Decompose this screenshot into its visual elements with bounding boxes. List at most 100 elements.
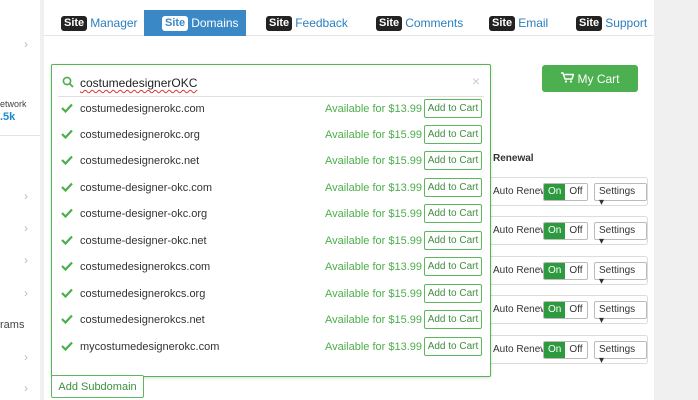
- add-to-cart-button[interactable]: Add to Cart: [424, 231, 482, 250]
- renewal-row: Auto Renew On Off Settings ▾: [485, 216, 648, 247]
- toggle-on[interactable]: On: [544, 223, 566, 239]
- tab-site-support[interactable]: Site Support: [576, 10, 647, 36]
- add-to-cart-button[interactable]: Add to Cart: [424, 310, 482, 329]
- settings-dropdown-button[interactable]: Settings ▾: [594, 341, 647, 366]
- availability-price: Available for $13.99: [324, 182, 422, 194]
- availability-price: Available for $15.99: [324, 129, 422, 141]
- domain-name: costumedesignerokc.net: [80, 155, 200, 167]
- renewal-row: Auto Renew On Off Settings ▾: [485, 177, 648, 208]
- auto-renew-toggle[interactable]: On Off: [543, 222, 588, 240]
- chevron-right-icon[interactable]: ›: [24, 381, 28, 395]
- check-icon: [61, 155, 73, 168]
- chevron-right-icon[interactable]: ›: [24, 253, 28, 267]
- domain-name: costumedesignerokc.com: [80, 103, 205, 115]
- add-to-cart-button[interactable]: Add to Cart: [424, 125, 482, 144]
- search-query-text[interactable]: costumedesignerOKC: [80, 76, 197, 90]
- auto-renew-label: Auto Renew: [493, 344, 548, 355]
- settings-label: Settings: [599, 186, 636, 197]
- tab-label: Domains: [191, 16, 239, 30]
- tab-site-email[interactable]: Site Email: [489, 10, 548, 36]
- tab-label: Feedback: [295, 16, 348, 30]
- renewal-row: Auto Renew On Off Settings ▾: [485, 335, 648, 366]
- auto-renew-label: Auto Renew: [493, 265, 548, 276]
- tab-label: Manager: [90, 16, 138, 30]
- add-to-cart-button[interactable]: Add to Cart: [424, 337, 482, 356]
- domain-result-row: costumedesignerokc.net Available for $15…: [58, 149, 484, 175]
- close-icon[interactable]: ×: [472, 73, 480, 89]
- settings-dropdown-button[interactable]: Settings ▾: [594, 183, 647, 208]
- chevron-right-icon[interactable]: ›: [24, 37, 28, 51]
- availability-price: Available for $15.99: [324, 314, 422, 326]
- domain-result-row: costume-designer-okc.net Available for $…: [58, 229, 484, 255]
- auto-renew-label: Auto Renew: [493, 186, 548, 197]
- availability-price: Available for $13.99: [324, 341, 422, 353]
- tab-site-domains[interactable]: Site Domains: [144, 10, 246, 36]
- divider: [0, 135, 40, 136]
- domain-result-row: mycostumedesignerokc.com Available for $…: [58, 335, 484, 361]
- settings-label: Settings: [599, 304, 636, 315]
- domain-search-dropdown: costumedesignerOKC × costumedesignerokc.…: [51, 64, 491, 377]
- domain-result-row: costume-designer-okc.com Available for $…: [58, 176, 484, 202]
- site-badge: Site: [61, 15, 88, 31]
- auto-renew-toggle[interactable]: On Off: [543, 341, 588, 359]
- chevron-right-icon[interactable]: ›: [24, 221, 28, 235]
- settings-label: Settings: [599, 265, 636, 276]
- site-badge: Site: [489, 15, 516, 31]
- domain-name: costumedesignerokcs.com: [80, 261, 211, 273]
- tab-label: Email: [518, 16, 549, 30]
- domain-result-row: costumedesignerokcs.net Available for $1…: [58, 308, 484, 334]
- toggle-on[interactable]: On: [544, 184, 566, 200]
- toggle-on[interactable]: On: [544, 302, 566, 318]
- tab-site-comments[interactable]: Site Comments: [376, 10, 463, 36]
- add-to-cart-button[interactable]: Add to Cart: [424, 99, 482, 118]
- domain-name: costumedesignerokcs.org: [80, 288, 206, 300]
- availability-price: Available for $13.99: [324, 261, 422, 273]
- tab-bar: Site Manager Site Domains Site Feedback …: [44, 10, 654, 36]
- toggle-off[interactable]: Off: [565, 184, 587, 200]
- add-to-cart-button[interactable]: Add to Cart: [424, 204, 482, 223]
- toggle-off[interactable]: Off: [565, 263, 587, 279]
- toggle-off[interactable]: Off: [565, 223, 587, 239]
- settings-dropdown-button[interactable]: Settings ▾: [594, 222, 647, 247]
- domain-result-row: costumedesignerokc.org Available for $15…: [58, 123, 484, 149]
- tab-site-feedback[interactable]: Site Feedback: [266, 10, 348, 36]
- tab-site-manager[interactable]: Site Manager: [61, 10, 138, 36]
- auto-renew-toggle[interactable]: On Off: [543, 262, 588, 280]
- caret-down-icon: ▾: [599, 197, 605, 208]
- domain-result-row: costumedesignerokcs.org Available for $1…: [58, 282, 484, 308]
- sidebar-network-count: .5k: [0, 111, 16, 123]
- toggle-off[interactable]: Off: [565, 302, 587, 318]
- domain-name: mycostumedesignerokc.com: [80, 341, 220, 353]
- domain-search-input[interactable]: costumedesignerOKC ×: [58, 70, 484, 97]
- settings-dropdown-button[interactable]: Settings ▾: [594, 301, 647, 326]
- availability-price: Available for $15.99: [324, 208, 422, 220]
- check-icon: [61, 129, 73, 142]
- my-cart-label: My Cart: [577, 71, 620, 86]
- chevron-right-icon[interactable]: ›: [24, 286, 28, 300]
- add-to-cart-button[interactable]: Add to Cart: [424, 151, 482, 170]
- caret-down-icon: ▾: [599, 276, 605, 287]
- chevron-right-icon[interactable]: ›: [24, 189, 28, 203]
- auto-renew-toggle[interactable]: On Off: [543, 183, 588, 201]
- add-to-cart-button[interactable]: Add to Cart: [424, 284, 482, 303]
- toggle-on[interactable]: On: [544, 342, 566, 358]
- toggle-on[interactable]: On: [544, 263, 566, 279]
- domain-name: costumedesignerokc.org: [80, 129, 200, 141]
- toggle-off[interactable]: Off: [565, 342, 587, 358]
- add-subdomain-button[interactable]: Add Subdomain: [51, 375, 144, 398]
- check-icon: [61, 103, 73, 116]
- add-to-cart-button[interactable]: Add to Cart: [424, 257, 482, 276]
- auto-renew-label: Auto Renew: [493, 225, 548, 236]
- availability-price: Available for $13.99: [324, 103, 422, 115]
- chevron-right-icon[interactable]: ›: [24, 350, 28, 364]
- my-cart-button[interactable]: My Cart: [542, 65, 638, 92]
- settings-dropdown-button[interactable]: Settings ▾: [594, 262, 647, 287]
- auto-renew-toggle[interactable]: On Off: [543, 301, 588, 319]
- site-badge: Site: [376, 15, 403, 31]
- domain-name: costume-designer-okc.org: [80, 208, 208, 220]
- add-to-cart-button[interactable]: Add to Cart: [424, 178, 482, 197]
- check-icon: [61, 208, 73, 221]
- caret-down-icon: ▾: [599, 315, 605, 326]
- renewal-row: Auto Renew On Off Settings ▾: [485, 256, 648, 287]
- check-icon: [61, 235, 73, 248]
